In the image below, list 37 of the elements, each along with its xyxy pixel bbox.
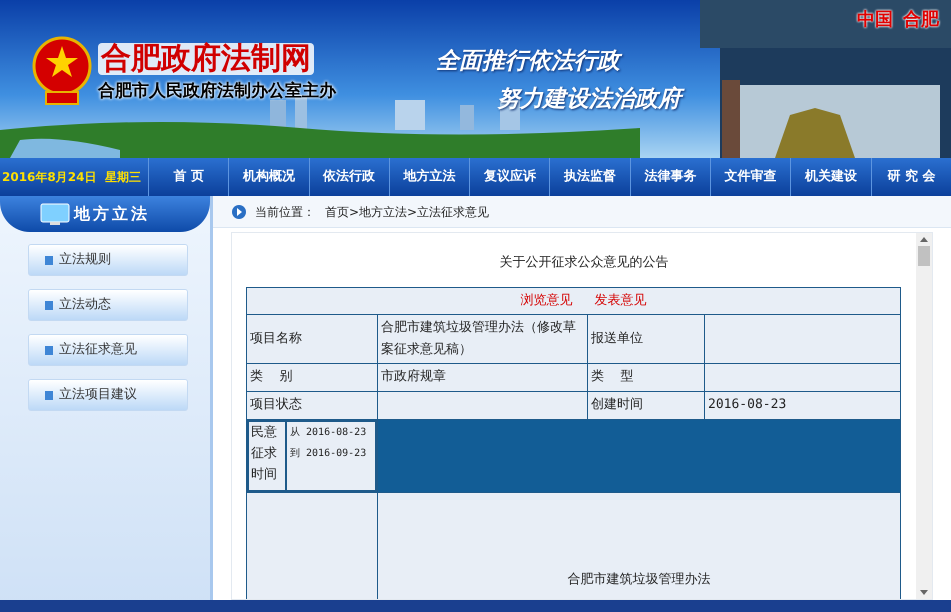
scroll-down-icon[interactable] xyxy=(920,590,928,595)
period-label: 民意征求时间 xyxy=(247,420,287,492)
sidebar-item[interactable]: 立法规则 xyxy=(28,244,188,276)
site-subtitle: 合肥市人民政府法制办公室主办 xyxy=(98,82,336,100)
field-label: 类 型 xyxy=(588,363,704,391)
field-label: 项目名称 xyxy=(246,314,378,363)
slogan: 全面推行依法行政 xyxy=(436,44,620,78)
sidebar-item[interactable]: 立法动态 xyxy=(28,289,188,321)
article-link[interactable]: 浏览意见 xyxy=(520,290,572,310)
field-label: 类 别 xyxy=(246,363,378,391)
date-label: 2016年8月24日 星期三 xyxy=(1,169,142,186)
scroll-thumb[interactable] xyxy=(918,246,930,266)
article-link[interactable]: 发表意见 xyxy=(594,290,646,310)
breadcrumb-label: 当前位置： xyxy=(255,204,315,220)
monitor-icon xyxy=(40,203,70,225)
emblem-icon xyxy=(32,36,92,106)
sidebar-item[interactable]: 立法项目建议 xyxy=(28,379,188,411)
sidebar-item[interactable]: 立法征求意见 xyxy=(28,334,188,366)
bullet-icon xyxy=(45,256,53,264)
breadcrumb-path: 首页>地方立法>立法征求意见 xyxy=(325,204,490,220)
field-label: 报送单位 xyxy=(588,314,704,363)
site-title: 合肥政府法制网 xyxy=(98,42,314,74)
field-value: 合肥市建筑垃圾管理办法（修改草案征求意见稿） xyxy=(378,314,588,363)
bullet-icon xyxy=(45,390,53,400)
article-title: 关于公开征求公众意见的公告 xyxy=(498,254,670,272)
region-label: 中国 xyxy=(857,8,893,32)
region-label: 合肥 xyxy=(903,8,939,32)
body-title: 合肥市建筑垃圾管理办法 xyxy=(568,572,710,587)
field-value: 2016-08-23 xyxy=(704,391,900,419)
sidebar-title: 地方立法 xyxy=(74,203,150,225)
arrow-circle-icon xyxy=(231,204,247,220)
field-label: 项目状态 xyxy=(246,391,378,419)
bullet-icon xyxy=(45,346,53,354)
scroll-up-icon[interactable] xyxy=(920,237,928,242)
field-label: 创建时间 xyxy=(588,391,704,419)
bullet-icon xyxy=(45,300,53,310)
field-value: 市政府规章 xyxy=(378,363,588,391)
